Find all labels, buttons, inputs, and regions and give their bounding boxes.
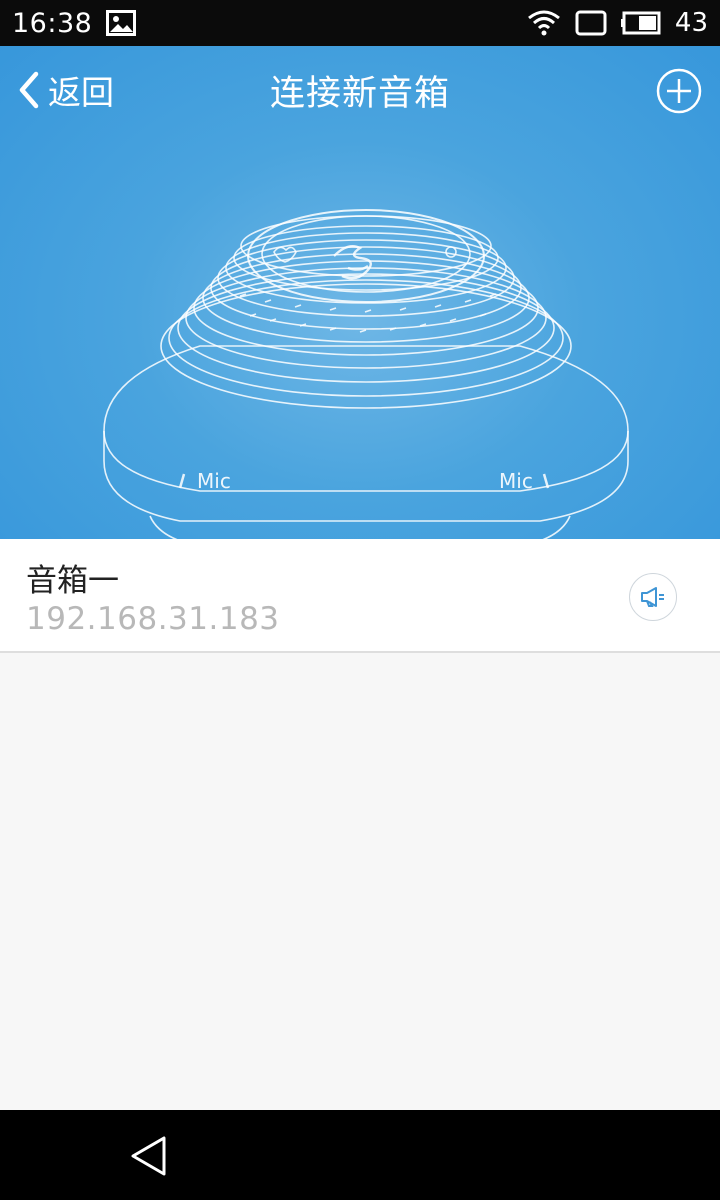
back-button[interactable]: 返回: [16, 68, 114, 112]
status-bar: 16:38 43: [0, 0, 720, 46]
back-label: 返回: [48, 73, 114, 112]
nav-bar: 返回 连接新音箱: [0, 46, 720, 134]
wifi-icon: [527, 10, 560, 36]
speaker-icon: [641, 587, 664, 607]
screen-rotation-icon: [575, 10, 607, 36]
battery-percentage: 43: [674, 8, 708, 38]
speaker-button[interactable]: [629, 573, 677, 621]
mic-label-right: Mic: [499, 469, 533, 493]
chevron-left-icon: [19, 71, 39, 109]
battery-icon: [620, 11, 661, 35]
plus-circle-icon[interactable]: [656, 68, 702, 114]
mic-label-left: Mic: [197, 469, 231, 493]
header-hero: Mic Mic 返回 连接新音箱: [0, 46, 720, 539]
empty-list-area: [0, 655, 720, 1110]
page-title: 连接新音箱: [269, 73, 450, 114]
status-right: 43: [527, 8, 708, 38]
device-ip: 192.168.31.183: [26, 601, 280, 637]
status-time: 16:38: [12, 7, 93, 39]
triangle-back-icon[interactable]: [128, 1134, 170, 1178]
list-item[interactable]: 音箱一 192.168.31.183: [0, 539, 720, 653]
device-name: 音箱一: [26, 563, 119, 599]
system-nav-bar: [0, 1110, 720, 1200]
status-left: 16:38: [12, 7, 137, 39]
image-icon: [106, 10, 137, 36]
